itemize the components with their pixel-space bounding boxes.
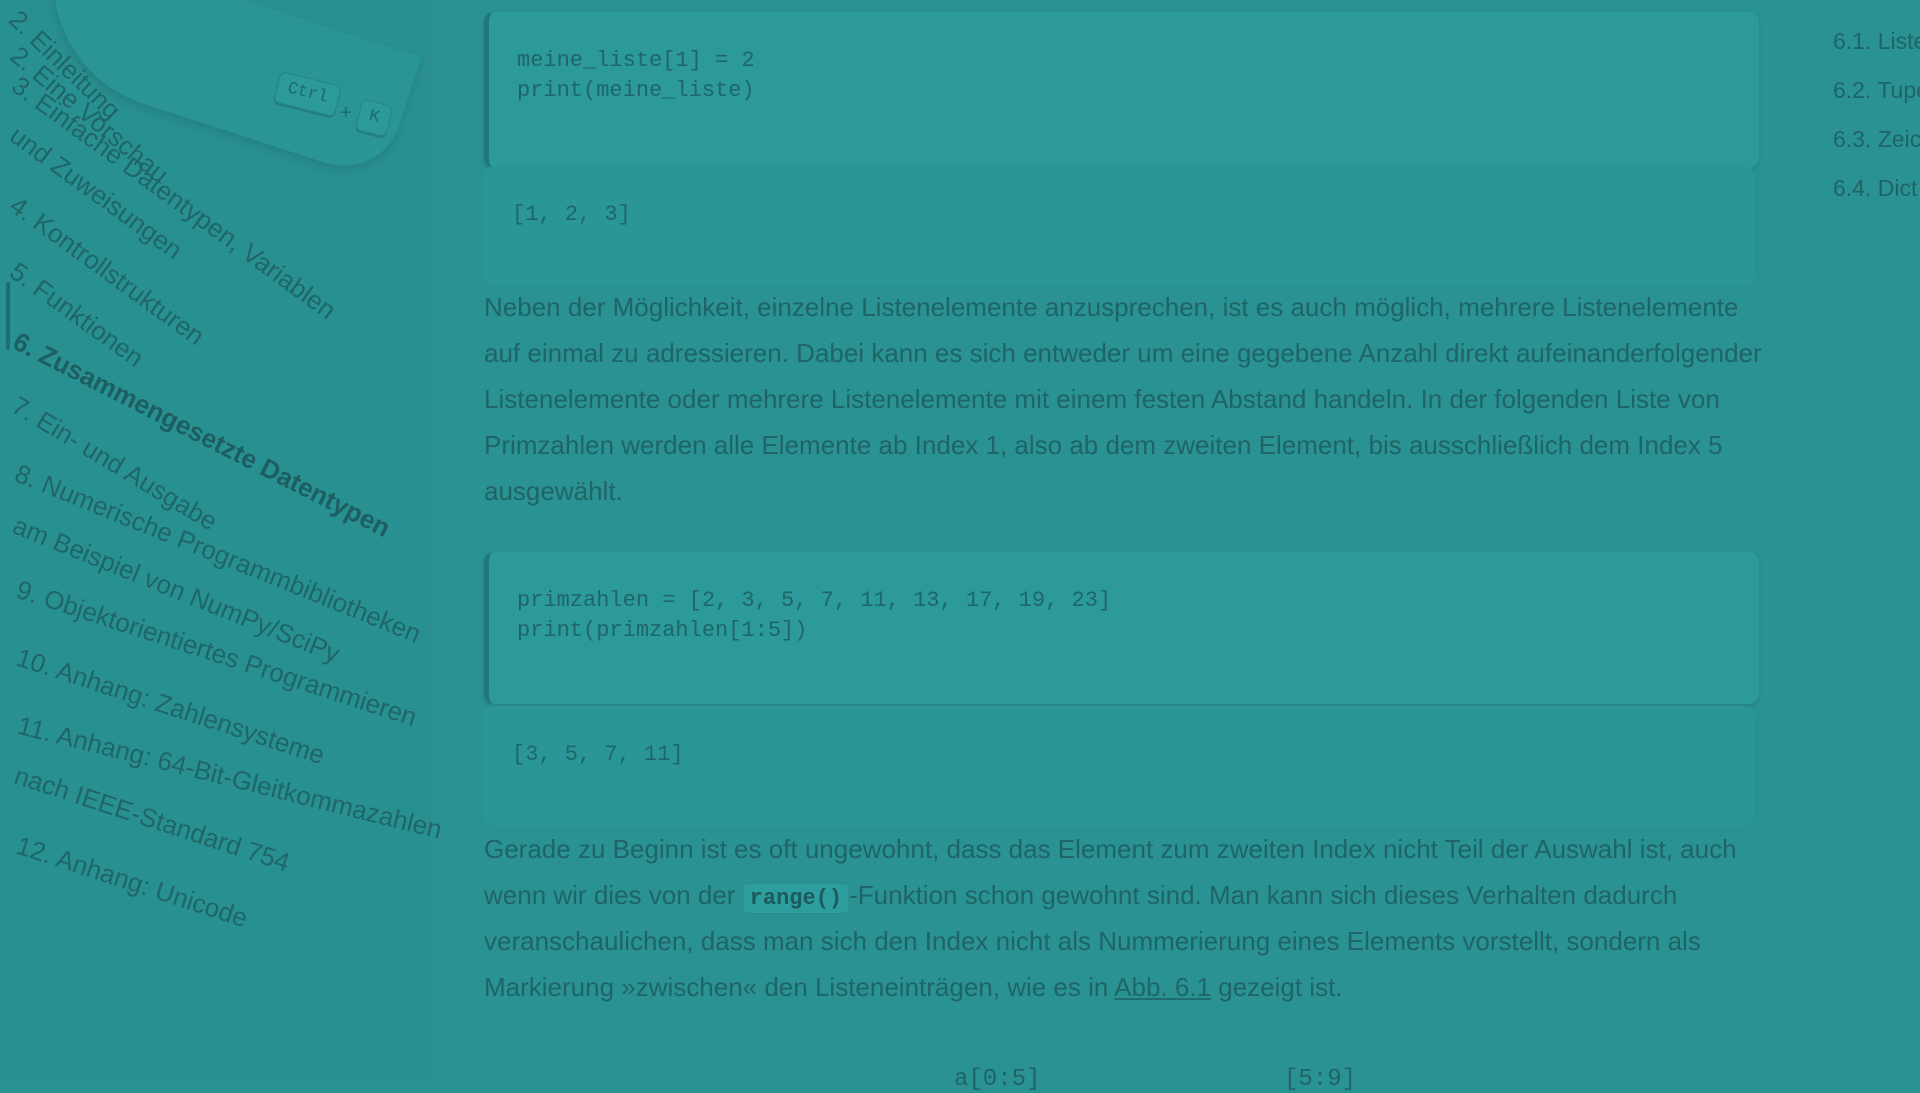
code-line: primzahlen = [2, 3, 5, 7, 11, 13, 17, 19… bbox=[517, 588, 1112, 613]
code-block-list-assign: meine_liste[1] = 2 print(meine_liste) bbox=[484, 12, 1759, 168]
toc-item-listen[interactable]: 6.1. Liste bbox=[1833, 28, 1920, 55]
paragraph-line: Markierung »zwischen« den Listeneinträge… bbox=[484, 964, 1343, 1010]
active-indicator bbox=[6, 282, 10, 350]
toc-item-dictionaries[interactable]: 6.4. Dict bbox=[1833, 175, 1917, 202]
paragraph-text: -Funktion schon gewohnt sind. Man kann s… bbox=[849, 880, 1678, 910]
figure-link[interactable]: Abb. 6.1 bbox=[1114, 972, 1211, 1002]
main-content: meine_liste[1] = 2 print(meine_liste) [1… bbox=[484, 0, 1762, 1093]
paragraph-line: veranschaulichen, dass man sich den Inde… bbox=[484, 926, 1701, 956]
code-line: print(primzahlen[1:5]) bbox=[517, 618, 808, 643]
code-line: print(meine_liste) bbox=[517, 78, 755, 103]
code-block-primzahlen: primzahlen = [2, 3, 5, 7, 11, 13, 17, 19… bbox=[484, 552, 1759, 704]
paragraph-line: ausgewählt. bbox=[484, 476, 623, 506]
shortcut-plus: + bbox=[340, 102, 352, 124]
paragraph-line: Listenelemente oder mehrere Listenelemen… bbox=[484, 384, 1720, 414]
toc-item-zeichenketten[interactable]: 6.3. Zeic bbox=[1833, 126, 1920, 153]
paragraph-line: Neben der Möglichkeit, einzelne Listenel… bbox=[484, 292, 1739, 322]
paragraph-slicing-explanation: Gerade zu Beginn ist es oft ungewohnt, d… bbox=[484, 826, 1774, 1026]
paragraph-line: Gerade zu Beginn ist es oft ungewohnt, d… bbox=[484, 834, 1737, 864]
output-block-primzahlen: [3, 5, 7, 11] bbox=[484, 706, 1754, 826]
paragraph-line: auf einmal zu adressieren. Dabei kann es… bbox=[484, 338, 1762, 368]
page-toc: 6.1. Liste 6.2. Tupe 6.3. Zeic 6.4. Dict bbox=[1806, 0, 1920, 240]
output-line: [1, 2, 3] bbox=[512, 202, 631, 227]
paragraph-text: gezeigt ist. bbox=[1211, 972, 1343, 1002]
output-block-list: [1, 2, 3] bbox=[484, 166, 1754, 286]
paragraph-line: Primzahlen werden alle Elemente ab Index… bbox=[484, 430, 1723, 460]
paragraph-line: wenn wir dies von der range() -Funktion s… bbox=[484, 872, 1677, 922]
toc-item-tupel[interactable]: 6.2. Tupe bbox=[1833, 77, 1920, 104]
output-line: [3, 5, 7, 11] bbox=[512, 742, 684, 767]
paragraph-slicing-intro: Neben der Möglichkeit, einzelne Listenel… bbox=[484, 284, 1774, 524]
sidebar: Ctrl + K 2. Einleitung 2. Eine Vorschau … bbox=[0, 0, 445, 1080]
code-line: meine_liste[1] = 2 bbox=[517, 48, 755, 73]
inline-code-range: range() bbox=[742, 883, 850, 914]
paragraph-text: Markierung »zwischen« den Listeneinträge… bbox=[484, 972, 1115, 1002]
paragraph-text: wenn wir dies von der bbox=[484, 880, 743, 910]
